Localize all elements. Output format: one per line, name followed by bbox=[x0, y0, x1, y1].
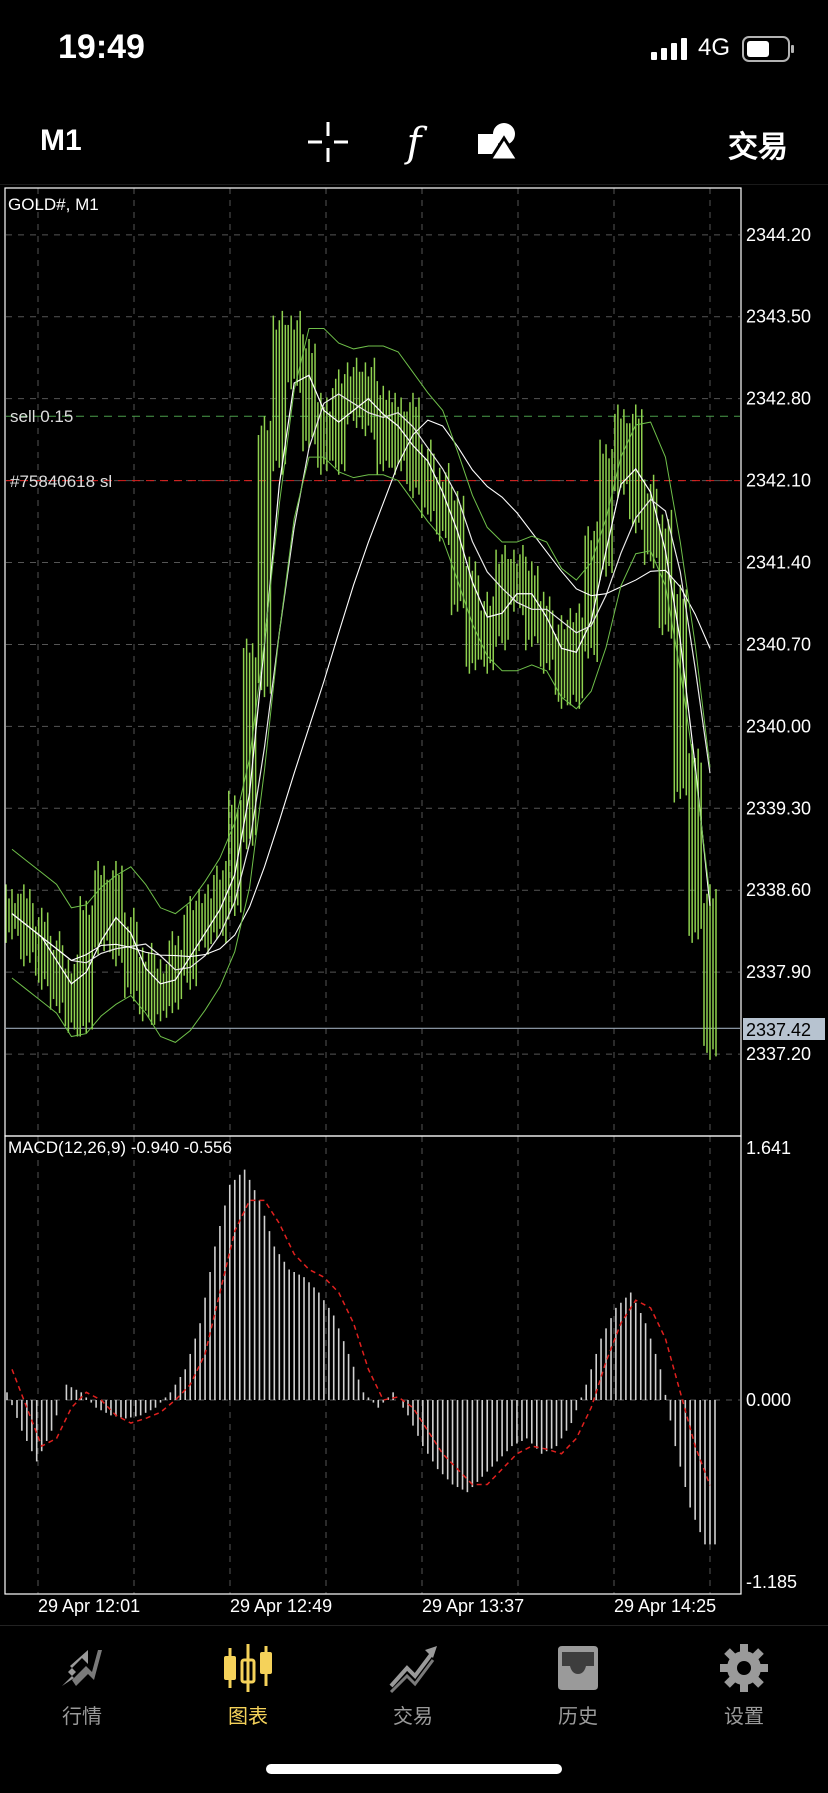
chart-candles-icon bbox=[224, 1644, 272, 1692]
macd-histogram bbox=[6, 1169, 716, 1545]
nav-trade[interactable]: 交易 bbox=[353, 1640, 473, 1729]
status-bar: 19:49 4G bbox=[0, 0, 828, 100]
price-tick-label: 2342.10 bbox=[746, 471, 811, 491]
network-type: 4G bbox=[698, 34, 731, 61]
svg-text:f: f bbox=[404, 120, 428, 166]
price-tick-label: 2340.00 bbox=[746, 716, 811, 736]
nav-quotes[interactable]: 行情 bbox=[22, 1640, 142, 1729]
price-tick-label: 2341.40 bbox=[746, 553, 811, 573]
symbol-label: GOLD#, M1 bbox=[8, 195, 99, 214]
status-time: 19:49 bbox=[58, 28, 145, 66]
battery-icon bbox=[742, 36, 794, 62]
settings-icon bbox=[720, 1644, 768, 1692]
price-tick-label: 2338.60 bbox=[746, 880, 811, 900]
candles bbox=[5, 310, 717, 1060]
time-tick-label: 29 Apr 14:25 bbox=[614, 1596, 716, 1616]
svg-text:2337.42: 2337.42 bbox=[746, 1020, 811, 1040]
price-tick-label: 2337.90 bbox=[746, 962, 811, 982]
objects-icon[interactable] bbox=[474, 118, 522, 166]
trade-icon bbox=[389, 1646, 437, 1694]
price-tick-label: 2344.20 bbox=[746, 225, 811, 245]
chart-toolbar: M1 f 交易 bbox=[0, 100, 828, 185]
macd-label: MACD(12,26,9) -0.940 -0.556 bbox=[8, 1138, 232, 1157]
nav-chart[interactable]: 图表 bbox=[188, 1640, 308, 1729]
function-icon[interactable]: f bbox=[390, 118, 438, 166]
signal-icon bbox=[651, 38, 687, 60]
trade-button[interactable]: 交易 bbox=[728, 122, 788, 166]
price-tick-label: 2337.20 bbox=[746, 1044, 811, 1064]
time-tick-label: 29 Apr 12:01 bbox=[38, 1596, 140, 1616]
price-tick-label: 2342.80 bbox=[746, 389, 811, 409]
price-tick-label: 2339.30 bbox=[746, 798, 811, 818]
price-chart[interactable]: GOLD#, M1 sell 0.15 #75840618 sl MACD(12… bbox=[0, 184, 828, 1624]
macd-tick-label: -1.185 bbox=[746, 1572, 797, 1592]
time-tick-label: 29 Apr 13:37 bbox=[422, 1596, 524, 1616]
history-icon bbox=[558, 1646, 598, 1690]
home-indicator bbox=[266, 1764, 562, 1774]
crosshair-icon[interactable] bbox=[304, 118, 352, 166]
quotes-icon bbox=[62, 1650, 102, 1686]
macd-tick-label: 0.000 bbox=[746, 1390, 791, 1410]
nav-settings[interactable]: 设置 bbox=[684, 1640, 804, 1729]
current-price-tag: 2337.42 bbox=[743, 1018, 825, 1040]
price-tick-label: 2343.50 bbox=[746, 307, 811, 327]
sl-line-label: #75840618 sl bbox=[10, 472, 112, 491]
price-tick-label: 2340.70 bbox=[746, 634, 811, 654]
sell-line-label: sell 0.15 bbox=[10, 407, 73, 426]
macd-tick-label: 1.641 bbox=[746, 1138, 791, 1158]
period-button[interactable]: M1 bbox=[40, 124, 82, 158]
nav-history[interactable]: 历史 bbox=[518, 1640, 638, 1729]
time-tick-label: 29 Apr 12:49 bbox=[230, 1596, 332, 1616]
